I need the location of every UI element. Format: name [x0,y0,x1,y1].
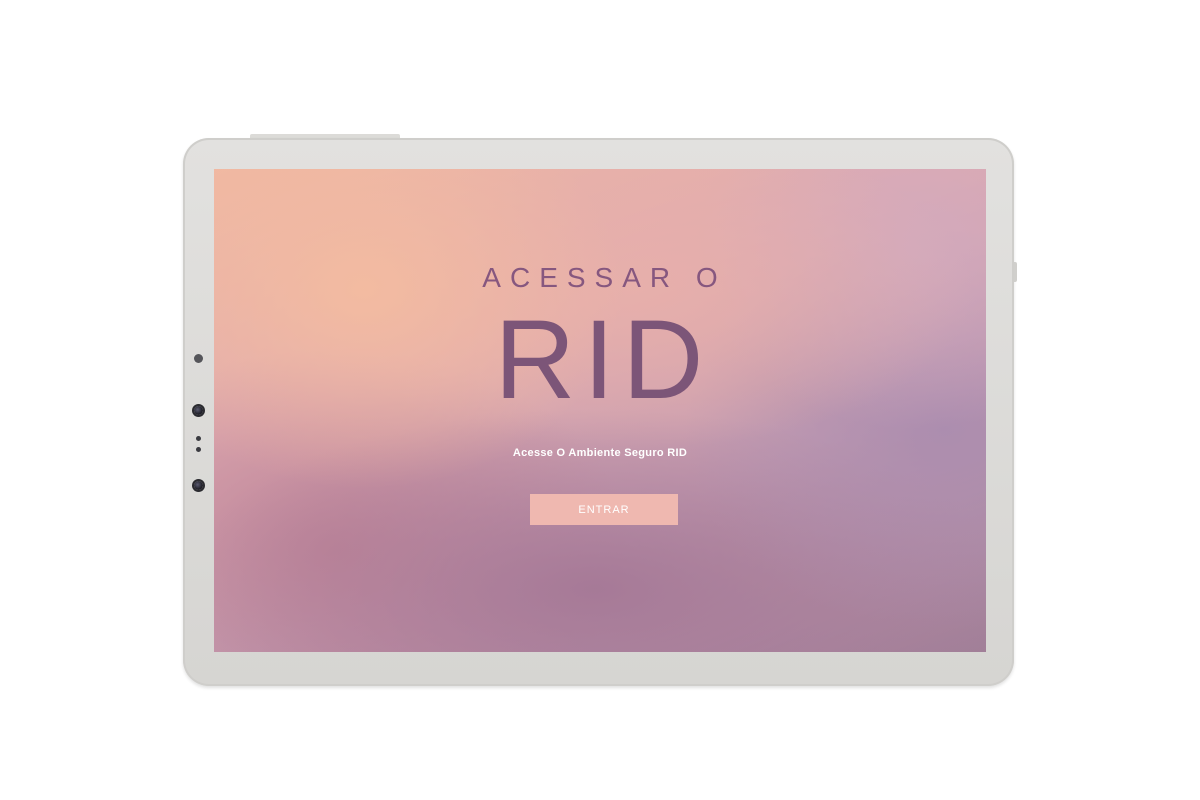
tablet-screen: ACESSAR O RID Acesse O Ambiente Seguro R… [214,169,986,652]
front-camera-icon [194,406,203,415]
light-sensor-icon [194,354,203,363]
subtitle: Acesse O Ambiente Seguro RID [512,447,688,459]
tablet-side-button [1014,262,1017,282]
headline: ACESSAR O [482,262,727,293]
secondary-camera-icon [194,481,203,490]
login-panel: ACESSAR O RID Acesse O Ambiente Seguro R… [214,169,986,652]
enter-button[interactable]: ENTRAR [530,494,678,525]
page-title: RID [494,297,712,422]
sensor-dot-icon [196,447,201,452]
sensor-dot-icon [196,436,201,441]
